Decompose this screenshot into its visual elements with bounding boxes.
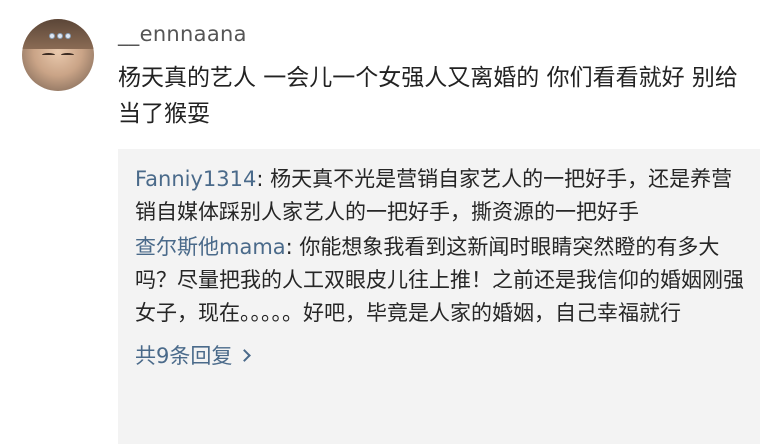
avatar-hair-gem — [49, 33, 55, 39]
reply-author[interactable]: 查尔斯他mama — [135, 235, 286, 259]
comment-text: 杨天真的艺人 一会儿一个女强人又离婚的 你们看看就好 别给当了猴耍 — [118, 65, 738, 127]
avatar-eye — [42, 53, 55, 57]
avatar-eye — [61, 53, 74, 57]
avatar-hair-gem — [65, 33, 71, 39]
more-replies-label: 共9条回复 — [135, 344, 233, 368]
reply-separator: : — [256, 167, 271, 191]
reply-item[interactable]: 查尔斯他mama: 你能想象我看到这新闻时眼睛突然瞪的有多大吗？尽量把我的人工双… — [135, 231, 744, 330]
avatar[interactable] — [22, 19, 94, 91]
reply-item[interactable]: Fanniy1314: 杨天真不光是营销自家艺人的一把好手，还是养营销自媒体踩别… — [135, 163, 744, 229]
reply-separator: : — [285, 235, 300, 259]
more-replies-link[interactable]: 共9条回复 — [135, 340, 252, 370]
comment-card: __ennnaana 杨天真的艺人 一会儿一个女强人又离婚的 你们看看就好 别给… — [0, 0, 781, 444]
avatar-hair-gem — [57, 33, 63, 39]
comment-username[interactable]: __ennnaana — [118, 22, 247, 46]
reply-author[interactable]: Fanniy1314 — [135, 167, 256, 191]
chevron-right-icon — [238, 348, 252, 362]
reply-list: Fanniy1314: 杨天真不光是营销自家艺人的一把好手，还是养营销自媒体踩别… — [118, 149, 760, 444]
